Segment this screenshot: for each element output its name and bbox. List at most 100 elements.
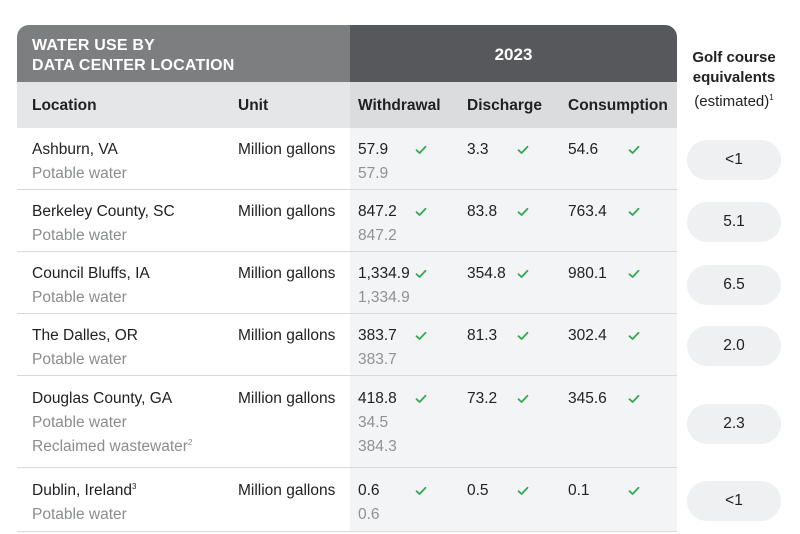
withdrawal-value: 418.8 <box>358 390 397 407</box>
water-source-text: Potable water <box>32 227 127 244</box>
water-source-text: Potable water <box>32 414 127 431</box>
discharge-value: 73.2 <box>467 390 498 407</box>
withdrawal-value: 1,334.9 <box>358 265 410 282</box>
location-name: Ashburn, VA <box>32 141 118 159</box>
check-icon <box>517 269 529 278</box>
table-row: Berkeley County, SC Potable water Million … <box>17 190 677 252</box>
unit-cell: Million gallons <box>238 327 336 344</box>
consumption-value: 54.6 <box>568 141 599 158</box>
check-icon <box>517 145 529 154</box>
golf-header-footnote: 1 <box>769 93 774 102</box>
check-icon <box>415 207 427 216</box>
column-header-withdrawal: Withdrawal <box>358 97 441 114</box>
table-row: Douglas County, GA Potable water Reclaimed… <box>17 376 677 468</box>
check-icon <box>628 269 640 278</box>
location-text: Douglas County, GA <box>32 390 173 407</box>
table-row: The Dalles, OR Potable water Million gallo… <box>17 314 677 376</box>
year-label: 2023 <box>494 45 533 64</box>
consumption-value: 763.4 <box>568 203 607 220</box>
check-icon <box>415 394 427 403</box>
water-source-label: Potable water <box>32 414 127 432</box>
discharge-value: 81.3 <box>467 327 498 344</box>
check-icon <box>517 331 529 340</box>
consumption-value: 302.4 <box>568 327 607 344</box>
consumption-value: 345.6 <box>568 390 607 407</box>
discharge-value: 354.8 <box>467 265 506 282</box>
golf-equivalent-pill: 5.1 <box>687 202 781 242</box>
table-title-line2: DATA CENTER LOCATION <box>32 57 235 74</box>
column-header-unit: Unit <box>238 97 269 114</box>
location-text: Berkeley County, SC <box>32 203 175 220</box>
golf-equivalent-pill: <1 <box>687 481 781 521</box>
water-source-text: Reclaimed wastewater <box>32 438 188 456</box>
check-icon <box>628 486 640 495</box>
withdrawal-source-value: 57.9 <box>358 165 389 182</box>
withdrawal-source-value: 383.7 <box>358 351 397 368</box>
location-name: Berkeley County, SC <box>32 203 175 221</box>
check-icon <box>415 486 427 495</box>
consumption-value: 980.1 <box>568 265 607 282</box>
water-source-text: Potable water <box>32 289 127 306</box>
golf-equivalent-pill: <1 <box>687 140 781 180</box>
check-icon <box>628 207 640 216</box>
water-source-text: Potable water <box>32 165 127 182</box>
golf-equivalent-pill: 2.3 <box>687 404 781 444</box>
golf-header-line1: Golf course <box>692 49 776 66</box>
water-source-label: Potable water <box>32 227 127 245</box>
withdrawal-source-value: 384.3 <box>358 438 397 455</box>
check-icon <box>517 486 529 495</box>
location-text: The Dalles, OR <box>32 327 138 344</box>
water-source-text: Potable water <box>32 506 127 523</box>
column-header-location: Location <box>32 97 97 114</box>
water-source-text: Potable water <box>32 351 127 368</box>
location-text: Ashburn, VA <box>32 141 118 158</box>
table-row: Council Bluffs, IA Potable water Million g… <box>17 252 677 314</box>
column-header-discharge: Discharge <box>467 97 542 114</box>
withdrawal-source-value: 1,334.9 <box>358 289 410 306</box>
withdrawal-value: 0.6 <box>358 482 380 499</box>
withdrawal-value: 57.9 <box>358 141 389 158</box>
table-row: Ashburn, VA Potable water Million gallons 5… <box>17 128 677 190</box>
water-source-label: Potable water <box>32 351 127 369</box>
table-title-line1: WATER USE BY <box>32 37 156 54</box>
withdrawal-source-value: 34.5 <box>358 414 389 431</box>
water-source-label: Potable water <box>32 165 127 183</box>
golf-header-line3: (estimated) <box>694 93 770 110</box>
golf-equivalent-pill: 6.5 <box>687 265 781 305</box>
withdrawal-value: 847.2 <box>358 203 397 220</box>
withdrawal-source-value: 847.2 <box>358 227 397 244</box>
unit-cell: Million gallons <box>238 390 336 407</box>
check-icon <box>415 145 427 154</box>
check-icon <box>415 331 427 340</box>
unit-cell: Million gallons <box>238 265 336 282</box>
location-name: The Dalles, OR <box>32 327 138 345</box>
location-name: Dublin, Ireland3 <box>32 482 136 500</box>
unit-cell: Million gallons <box>238 482 336 499</box>
location-text: Dublin, Ireland <box>32 482 132 500</box>
unit-cell: Million gallons <box>238 141 336 158</box>
location-name: Douglas County, GA <box>32 390 172 408</box>
check-icon <box>628 394 640 403</box>
water-source-label: Potable water <box>32 506 127 524</box>
discharge-value: 83.8 <box>467 203 498 220</box>
location-name: Council Bluffs, IA <box>32 265 150 283</box>
golf-equivalent-pill: 2.0 <box>687 326 781 366</box>
table-title: WATER USE BY DATA CENTER LOCATION <box>32 36 332 76</box>
column-header-consumption: Consumption <box>568 97 668 114</box>
location-footnote: 3 <box>131 482 137 491</box>
check-icon <box>517 394 529 403</box>
water-source-label: Potable water <box>32 289 127 307</box>
unit-cell: Million gallons <box>238 203 336 220</box>
withdrawal-value: 383.7 <box>358 327 397 344</box>
check-icon <box>415 269 427 278</box>
water-source-footnote: 2 <box>187 438 193 447</box>
location-text: Council Bluffs, IA <box>32 265 150 282</box>
water-source-label: Reclaimed wastewater2 <box>32 438 192 456</box>
withdrawal-source-value: 0.6 <box>358 506 380 523</box>
golf-header-line2: equivalents <box>692 69 776 86</box>
check-icon <box>628 331 640 340</box>
check-icon <box>517 207 529 216</box>
table-row: Dublin, Ireland3 Potable water Million gal… <box>17 468 677 532</box>
discharge-value: 3.3 <box>467 141 489 158</box>
check-icon <box>628 145 640 154</box>
